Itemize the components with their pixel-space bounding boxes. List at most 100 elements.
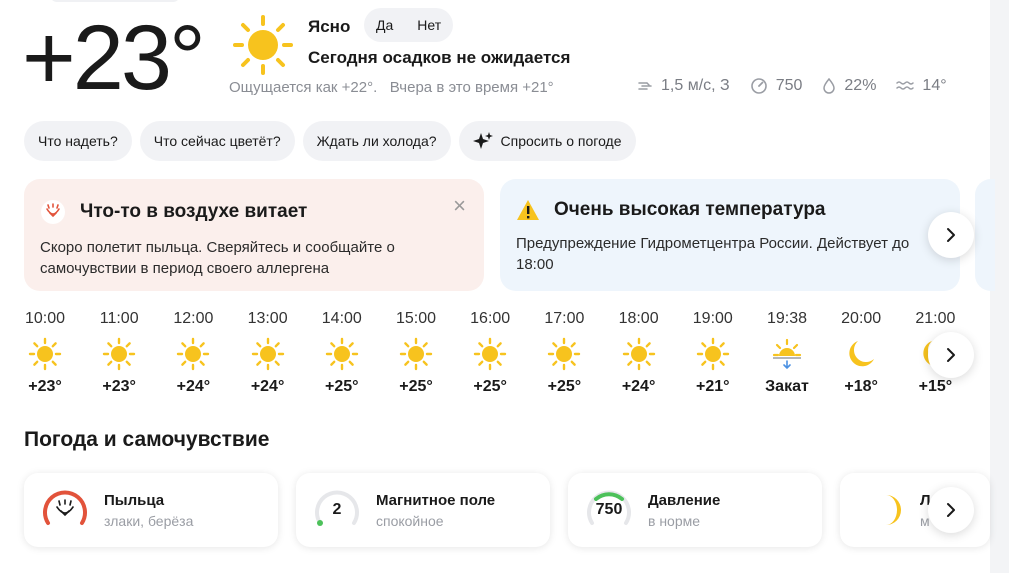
hourly-time: 13:00 xyxy=(247,310,288,327)
sun-icon xyxy=(89,330,149,378)
chip-what-blooms[interactable]: Что сейчас цветёт? xyxy=(139,121,295,161)
hourly-item[interactable]: 18:00 +24° xyxy=(609,310,669,398)
hourly-time: 20:00 xyxy=(841,310,882,327)
heat-warning-card[interactable]: Очень высокая температура Предупреждение… xyxy=(500,179,960,291)
hourly-time: 19:38 xyxy=(766,310,808,327)
chevron-right-icon xyxy=(947,348,955,362)
water-temp-value: 14° xyxy=(922,77,947,94)
hourly-value: +24° xyxy=(621,378,656,395)
alerts-next-button[interactable] xyxy=(928,212,974,258)
hourly-item[interactable]: 12:00 +24° xyxy=(163,310,223,398)
magnetic-field-card[interactable]: 2 Магнитное поле спокойное xyxy=(296,473,550,547)
warning-icon xyxy=(517,200,539,220)
hourly-item[interactable]: 14:00 +25° xyxy=(312,310,372,398)
sun-icon xyxy=(312,330,372,378)
close-icon[interactable]: × xyxy=(453,195,466,217)
hourly-value: +15° xyxy=(918,378,953,395)
sun-icon xyxy=(609,330,669,378)
hourly-value: +18° xyxy=(844,378,878,395)
magnetic-gauge-icon: 2 xyxy=(312,485,362,535)
pressure-gauge-value: 750 xyxy=(595,501,623,518)
hourly-value: +25° xyxy=(547,378,582,395)
pollen-card-sub: злаки, берёза xyxy=(104,512,194,529)
heat-warning-text: Предупреждение Гидрометцентра России. Де… xyxy=(516,235,910,273)
hourly-next-button[interactable] xyxy=(928,332,974,378)
hourly-value: +24° xyxy=(176,378,211,395)
chip-what-to-wear[interactable]: Что надеть? xyxy=(24,121,132,161)
pollen-card[interactable]: Пыльца злаки, берёза xyxy=(24,473,278,547)
hourly-time: 14:00 xyxy=(321,310,362,327)
magnetic-card-title: Магнитное поле xyxy=(376,491,496,509)
pollen-alert-text: Скоро полетит пыльца. Сверяйтесь и сообщ… xyxy=(40,239,395,277)
sun-icon xyxy=(386,330,446,378)
chip-ask-weather[interactable]: Спросить о погоде xyxy=(458,121,636,161)
chevron-right-icon xyxy=(947,228,955,242)
hourly-value: +23° xyxy=(102,378,136,395)
droplet-icon xyxy=(823,78,836,94)
hourly-item[interactable]: 10:00 +23° xyxy=(15,310,75,398)
hourly-item[interactable]: 19:38 Закат xyxy=(757,310,817,398)
pollen-alert-card[interactable]: Что-то в воздухе витает Скоро полетит пы… xyxy=(24,179,484,291)
feels-like-text: Ощущается как +22°. xyxy=(229,79,378,96)
pressure-card[interactable]: 750 Давление в норме xyxy=(568,473,822,547)
hourly-forecast[interactable]: 10:00 +23° 11:00 +23° 12:00 +24° 13:00 +24° 14:0… xyxy=(0,310,990,400)
feels-like-line: Ощущается как +22°. Вчера в это время +2… xyxy=(229,79,554,96)
hourly-time: 21:00 xyxy=(915,310,956,327)
pollen-alert-title: Что-то в воздухе витает xyxy=(80,201,308,222)
hourly-value: +25° xyxy=(325,378,359,395)
hourly-time: 18:00 xyxy=(618,310,659,327)
quick-questions: Что надеть? Что сейчас цветёт? Ждать ли … xyxy=(24,121,644,161)
next-alert-card-peek xyxy=(975,179,995,291)
hourly-item[interactable]: 20:00 +18° xyxy=(831,310,891,398)
pressure-value: 750 xyxy=(775,77,803,94)
heat-warning-title: Очень высокая температура xyxy=(554,199,826,220)
moon-icon xyxy=(831,330,891,378)
magnetic-card-sub: спокойное xyxy=(376,512,444,529)
precipitation-forecast: Сегодня осадков не ожидается xyxy=(308,48,571,67)
hourly-time: 12:00 xyxy=(173,310,214,327)
humidity-value: 22% xyxy=(844,77,877,94)
sun-icon xyxy=(15,330,75,378)
water-temp-metric: 14° xyxy=(896,77,947,95)
magnetic-gauge-value: 2 xyxy=(332,501,342,518)
humidity-metric: 22% xyxy=(822,77,876,95)
hourly-item[interactable]: 16:00 +25° xyxy=(460,310,520,398)
feedback-no-button[interactable]: Нет xyxy=(405,8,453,42)
wellbeing-section-title: Погода и самочувствие xyxy=(24,428,270,451)
chip-expect-cold[interactable]: Ждать ли холода? xyxy=(302,121,451,161)
hourly-time: 10:00 xyxy=(24,310,66,327)
sun-icon xyxy=(534,330,594,378)
weather-metrics: 1,5 м/с, З 750 22% 14° xyxy=(637,77,967,95)
pressure-metric: 750 xyxy=(750,77,803,95)
pollen-card-title: Пыльца xyxy=(104,491,165,509)
wind-icon xyxy=(638,82,652,90)
pressure-card-sub: в норме xyxy=(648,512,701,529)
sun-icon xyxy=(163,330,223,378)
wind-value: 1,5 м/с, З xyxy=(661,77,730,94)
moon-phase-icon xyxy=(856,485,906,535)
yesterday-text: Вчера в это время +21° xyxy=(389,79,554,96)
hourly-item[interactable]: 13:00 +24° xyxy=(238,310,298,398)
hourly-value: +24° xyxy=(250,378,285,395)
sun-icon xyxy=(233,15,293,75)
pressure-gauge-icon: 750 xyxy=(584,485,634,535)
hourly-item[interactable]: 11:00 +23° xyxy=(89,310,149,398)
water-waves-icon xyxy=(896,81,915,90)
hourly-time: 15:00 xyxy=(395,310,437,327)
hourly-value: +25° xyxy=(399,378,433,395)
hourly-item[interactable]: 19:00 +21° xyxy=(683,310,743,398)
chevron-right-icon xyxy=(947,503,955,517)
sun-icon xyxy=(460,330,520,378)
feedback-yes-button[interactable]: Да xyxy=(364,8,405,42)
chip-ask-weather-label: Спросить о погоде xyxy=(500,133,622,149)
condition-feedback: Да Нет xyxy=(364,8,454,42)
wellbeing-next-button[interactable] xyxy=(928,487,974,533)
sparkle-icon xyxy=(472,132,493,149)
hourly-item[interactable]: 15:00 +25° xyxy=(386,310,446,398)
hourly-time: 17:00 xyxy=(544,310,585,327)
hourly-item[interactable]: 17:00 +25° xyxy=(534,310,594,398)
pollen-gauge xyxy=(40,485,90,535)
current-temperature: +23° xyxy=(22,7,206,109)
wind-metric: 1,5 м/с, З xyxy=(637,77,730,95)
hourly-time: 11:00 xyxy=(99,310,139,327)
